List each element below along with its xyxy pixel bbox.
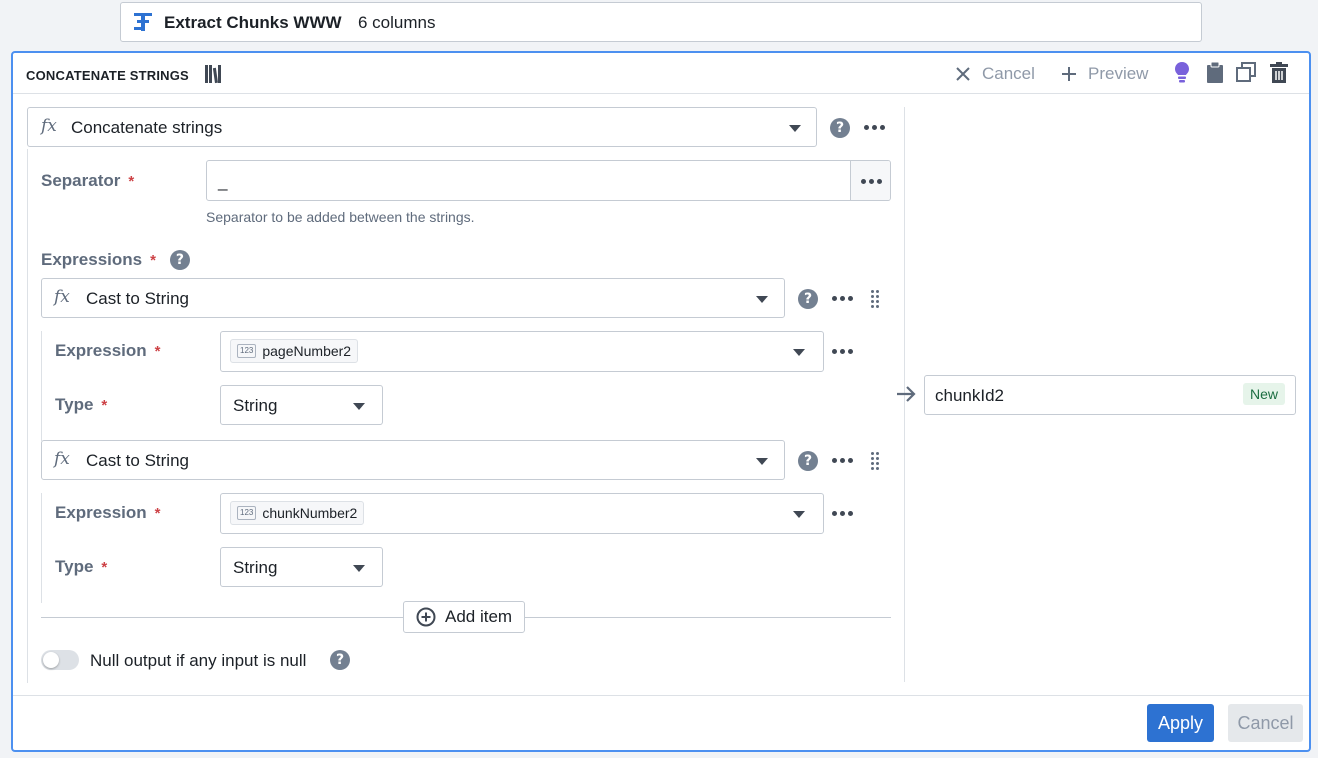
- function-icon: fx: [54, 287, 70, 307]
- duplicate-icon[interactable]: [1236, 62, 1256, 82]
- null-output-label: Null output if any input is null: [90, 651, 307, 670]
- output-column-input[interactable]: chunkId2 New: [924, 375, 1296, 415]
- expression-function-name: Cast to String: [86, 451, 189, 470]
- preview-button[interactable]: Preview: [1060, 62, 1148, 86]
- help-icon[interactable]: ?: [798, 289, 818, 309]
- header-divider: [13, 93, 1309, 94]
- function-icon: fx: [54, 449, 70, 469]
- type-value: String: [233, 396, 278, 415]
- numeric-type-icon: 123: [237, 344, 257, 358]
- dataset-bar[interactable]: Extract Chunks WWW 6 columns: [120, 2, 1202, 42]
- numeric-type-icon: 123: [237, 506, 257, 520]
- expression-column-select[interactable]: 123 pageNumber2: [220, 331, 824, 372]
- drag-handle-icon[interactable]: [871, 452, 879, 470]
- expression-label-text: Expression: [55, 341, 147, 360]
- drag-handle-icon[interactable]: [871, 290, 879, 308]
- apply-button[interactable]: Apply: [1147, 704, 1214, 742]
- lightbulb-icon[interactable]: [1174, 61, 1190, 85]
- dataset-column-count: 6 columns: [358, 13, 436, 32]
- chevron-down-icon: [793, 511, 805, 518]
- chevron-down-icon: [793, 349, 805, 356]
- expression-label: Expression *: [55, 503, 161, 523]
- expression-function-select[interactable]: fx Cast to String: [41, 440, 785, 480]
- cancel-button[interactable]: Cancel: [1228, 704, 1303, 742]
- separator-more-button[interactable]: [850, 161, 890, 200]
- panel-title: CONCATENATE STRINGS: [26, 68, 189, 83]
- required-marker: *: [101, 397, 108, 414]
- required-marker: *: [154, 343, 161, 360]
- help-icon[interactable]: ?: [830, 118, 850, 138]
- footer-divider: [13, 695, 1309, 696]
- type-label-text: Type: [55, 395, 94, 414]
- header-cancel-button[interactable]: Cancel: [954, 62, 1035, 86]
- clipboard-icon[interactable]: [1206, 62, 1224, 84]
- transform-panel: CONCATENATE STRINGS Cancel Preview fx Co…: [11, 51, 1311, 752]
- function-select[interactable]: fx Concatenate strings: [27, 107, 817, 147]
- add-item-label: Add item: [445, 607, 513, 626]
- required-marker: *: [101, 559, 108, 576]
- expression-body-guide: [41, 331, 42, 441]
- required-marker: *: [150, 251, 156, 269]
- function-body-guide: [27, 149, 28, 683]
- expression-label-text: Expression: [55, 503, 147, 522]
- chevron-down-icon: [756, 458, 768, 465]
- separator-label-text: Separator: [41, 171, 121, 190]
- help-icon[interactable]: ?: [798, 451, 818, 471]
- preview-label: Preview: [1088, 64, 1149, 83]
- plus-icon: [1062, 67, 1076, 81]
- more-options-icon: [860, 179, 882, 184]
- expressions-label: Expressions * ?: [41, 250, 190, 270]
- required-marker: *: [128, 173, 135, 190]
- table-icon: [134, 13, 152, 31]
- chevron-down-icon: [756, 296, 768, 303]
- column-tag: 123 chunkNumber2: [230, 501, 365, 525]
- new-badge: New: [1243, 383, 1286, 405]
- more-options-icon[interactable]: [832, 349, 853, 354]
- required-marker: *: [154, 505, 161, 522]
- column-name: pageNumber2: [262, 343, 352, 359]
- add-item-button[interactable]: Add item: [403, 601, 526, 633]
- type-label: Type *: [55, 557, 107, 577]
- close-icon: [956, 67, 970, 81]
- expression-body-guide: [41, 493, 42, 603]
- toggle-knob: [43, 652, 59, 668]
- expressions-label-text: Expressions: [41, 250, 143, 269]
- separator-label: Separator *: [41, 171, 134, 191]
- more-options-icon[interactable]: [832, 296, 853, 301]
- dataset-name: Extract Chunks WWW: [164, 13, 342, 32]
- type-label-text: Type: [55, 557, 94, 576]
- function-name: Concatenate strings: [71, 118, 223, 137]
- expression-function-name: Cast to String: [86, 289, 189, 308]
- expression-column-select[interactable]: 123 chunkNumber2: [220, 493, 824, 534]
- type-select[interactable]: String: [220, 547, 383, 587]
- chevron-down-icon: [353, 565, 365, 572]
- null-output-toggle[interactable]: [41, 650, 79, 670]
- column-tag: 123 pageNumber2: [230, 339, 359, 363]
- chevron-down-icon: [789, 125, 801, 132]
- expression-function-select[interactable]: fx Cast to String: [41, 278, 785, 318]
- header-cancel-label: Cancel: [982, 64, 1035, 83]
- separator-help-text: Separator to be added between the string…: [206, 209, 475, 225]
- help-icon[interactable]: ?: [169, 250, 190, 270]
- book-icon[interactable]: [204, 64, 222, 84]
- expression-label: Expression *: [55, 341, 161, 361]
- chevron-down-icon: [353, 403, 365, 410]
- column-name: chunkNumber2: [262, 505, 358, 521]
- type-label: Type *: [55, 395, 107, 415]
- trash-icon[interactable]: [1269, 62, 1289, 84]
- type-value: String: [233, 558, 278, 577]
- separator-value: _: [218, 172, 228, 191]
- separator-input[interactable]: _: [206, 160, 891, 201]
- arrow-right-icon: [897, 386, 916, 402]
- add-circle-icon: [416, 607, 436, 627]
- more-options-icon[interactable]: [864, 125, 885, 130]
- function-icon: fx: [41, 116, 57, 136]
- more-options-icon[interactable]: [832, 511, 853, 516]
- output-column-name: chunkId2: [935, 386, 1004, 405]
- help-icon[interactable]: ?: [330, 650, 350, 670]
- more-options-icon[interactable]: [832, 458, 853, 463]
- type-select[interactable]: String: [220, 385, 383, 425]
